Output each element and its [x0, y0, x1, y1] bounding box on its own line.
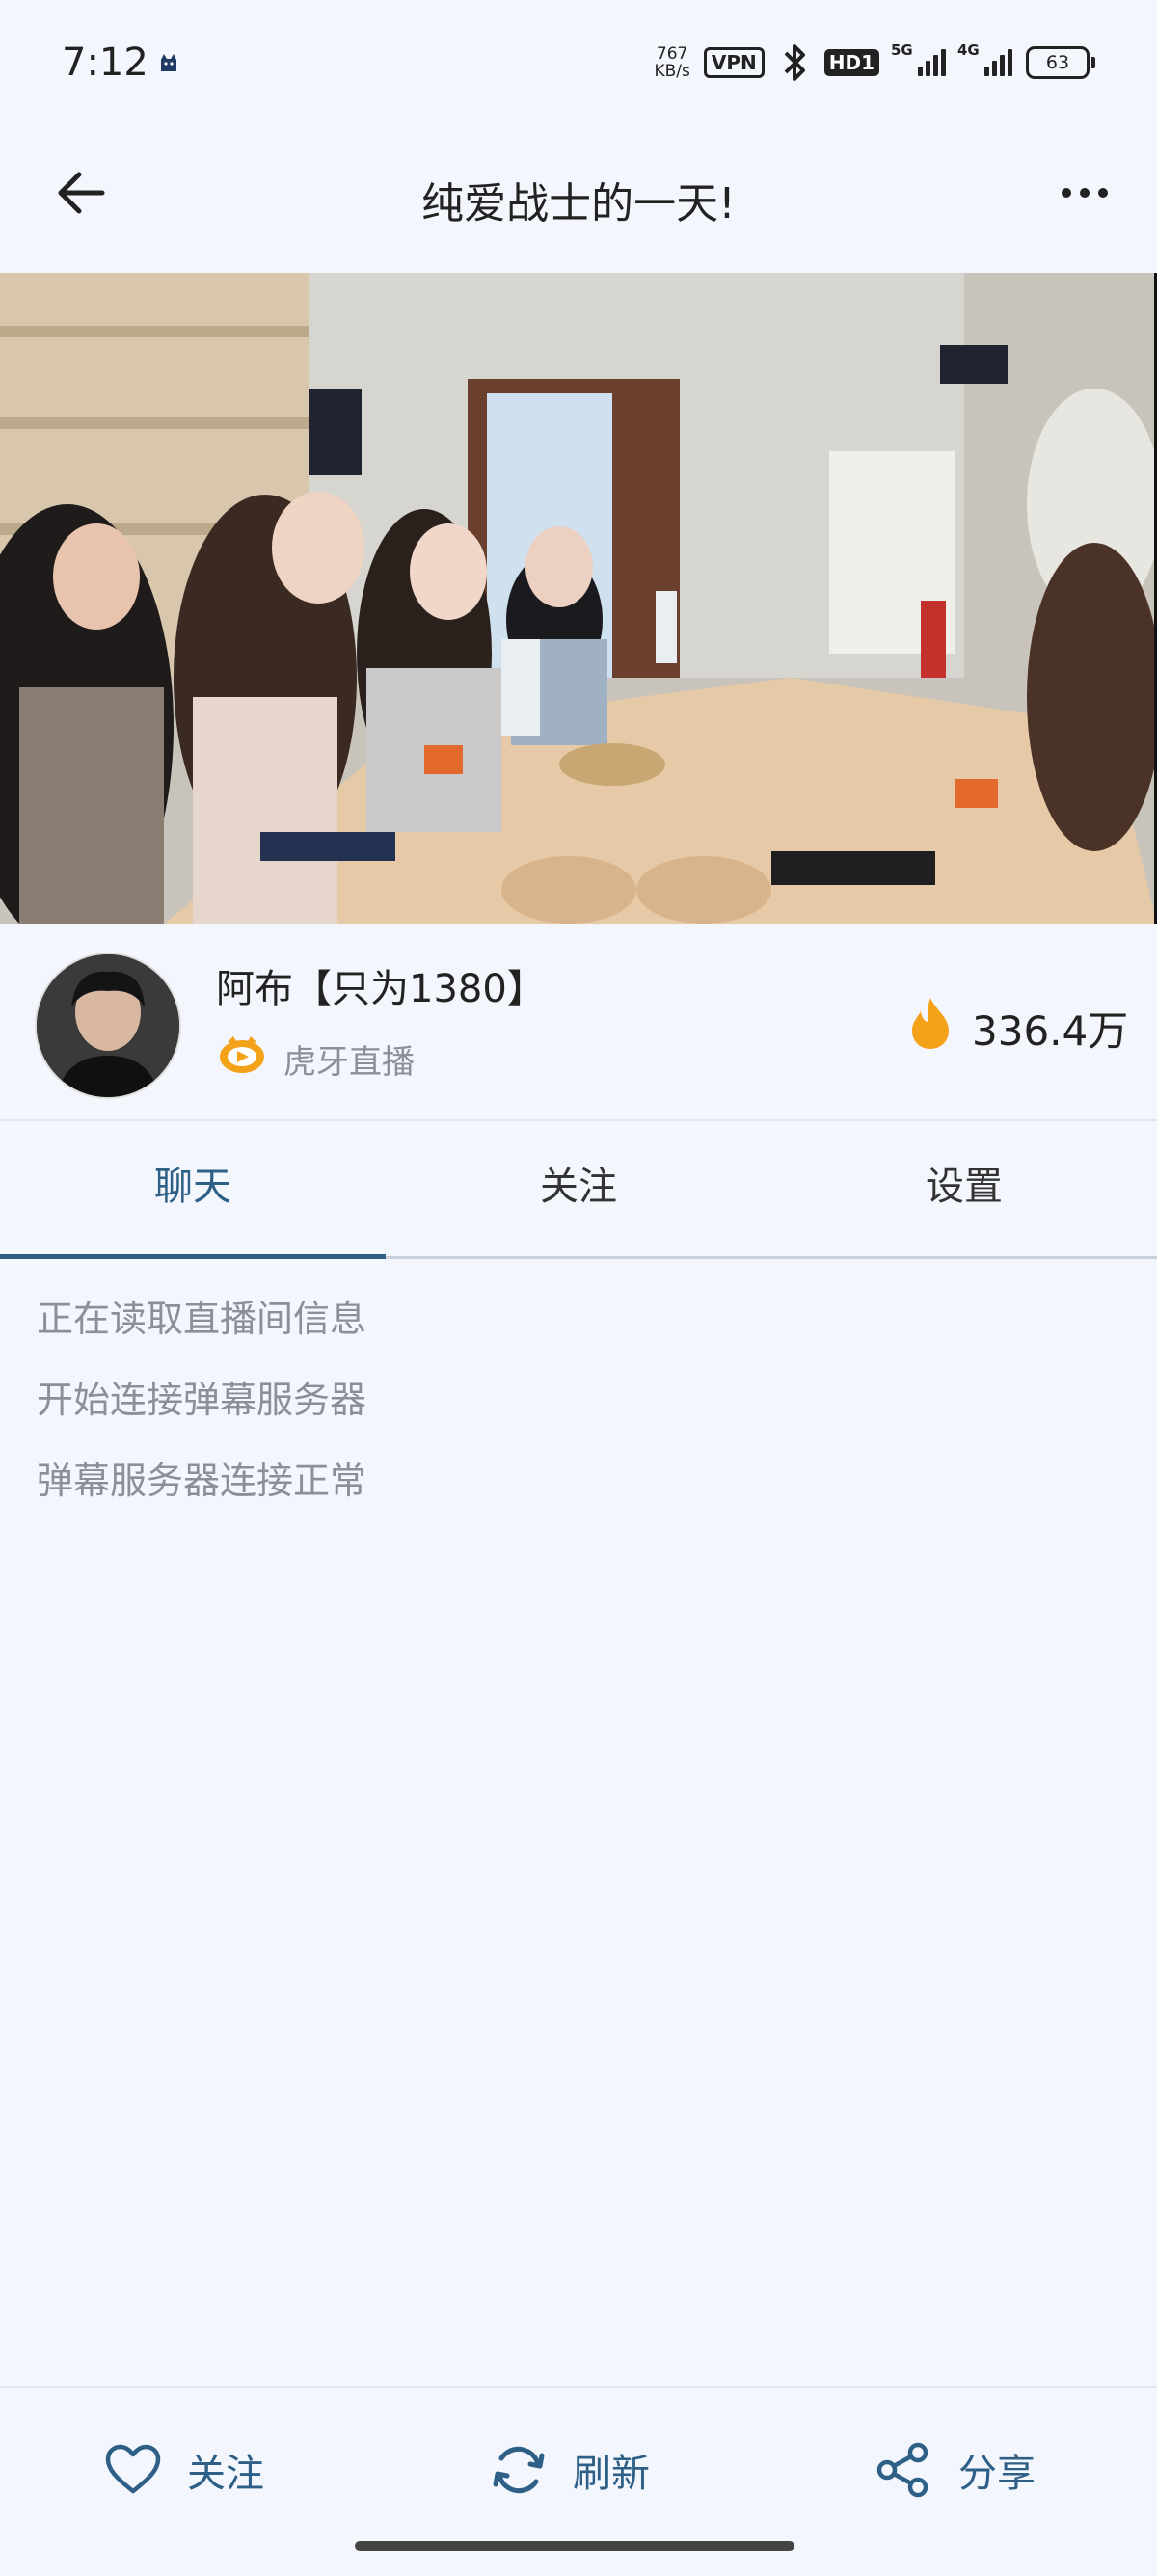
heart-icon	[105, 2444, 161, 2494]
share-button[interactable]: 分享	[874, 2436, 1036, 2504]
network-speed-value: 767	[656, 44, 688, 64]
tab-bar: 聊天 关注 设置	[0, 1121, 1157, 1259]
refresh-button-label: 刷新	[573, 2452, 650, 2496]
chat-message: 开始连接弹幕服务器	[37, 1379, 367, 1421]
refresh-icon	[493, 2446, 545, 2494]
follow-button-label: 关注	[187, 2452, 264, 2496]
status-icons: 767 KB/s VPN HD1 5G 4G 63	[654, 39, 1095, 87]
streamer-info: 阿布【只为1380】 虎牙直播 336.4万	[0, 924, 1157, 1121]
status-time: 7:12	[62, 40, 148, 85]
battery-icon: 63	[1026, 46, 1095, 79]
chat-message: 正在读取直播间信息	[37, 1298, 367, 1340]
status-bar: 7:12 767 KB/s VPN HD1 5G 4G 63	[0, 0, 1157, 130]
active-tab-indicator	[0, 1254, 386, 1259]
streamer-name: 阿布【只为1380】	[216, 967, 546, 1011]
tab-chat[interactable]: 聊天	[0, 1121, 386, 1253]
home-indicator[interactable]	[355, 2541, 794, 2551]
video-player[interactable]	[0, 273, 1157, 924]
hd-voice-icon: HD1	[823, 49, 879, 76]
signal-4g-label: 4G	[957, 41, 980, 59]
network-speed: 767 KB/s	[654, 45, 689, 80]
fire-icon	[912, 998, 949, 1049]
app-notification-icon	[161, 54, 176, 71]
follow-button[interactable]: 关注	[102, 2436, 264, 2504]
page-title: 纯爱战士的一天!	[421, 179, 736, 228]
refresh-button[interactable]: 刷新	[488, 2436, 650, 2504]
huya-logo-icon	[220, 1036, 264, 1073]
title-bar: 纯爱战士的一天!	[0, 130, 1157, 275]
share-button-label: 分享	[958, 2452, 1036, 2496]
avatar-image	[37, 954, 179, 1097]
signal-5g-label: 5G	[891, 41, 913, 59]
chat-message: 弹幕服务器连接正常	[37, 1460, 367, 1502]
popularity-count: 336.4万	[972, 1007, 1129, 1055]
tab-settings[interactable]: 设置	[771, 1121, 1157, 1253]
more-options-icon[interactable]	[1051, 159, 1118, 227]
video-frame	[0, 273, 1157, 924]
platform-name: 虎牙直播	[283, 1043, 415, 1082]
network-speed-unit: KB/s	[654, 62, 690, 81]
share-icon	[876, 2442, 928, 2498]
bluetooth-icon	[784, 44, 805, 81]
vpn-icon: VPN	[703, 47, 765, 78]
streamer-avatar[interactable]	[35, 953, 181, 1099]
battery-level: 63	[1045, 52, 1070, 73]
chat-list: 正在读取直播间信息 开始连接弹幕服务器 弹幕服务器连接正常	[37, 1292, 366, 1535]
tab-follow[interactable]: 关注	[386, 1121, 771, 1253]
signal-4g-icon: 4G	[957, 41, 1012, 76]
signal-5g-icon: 5G	[891, 41, 946, 76]
